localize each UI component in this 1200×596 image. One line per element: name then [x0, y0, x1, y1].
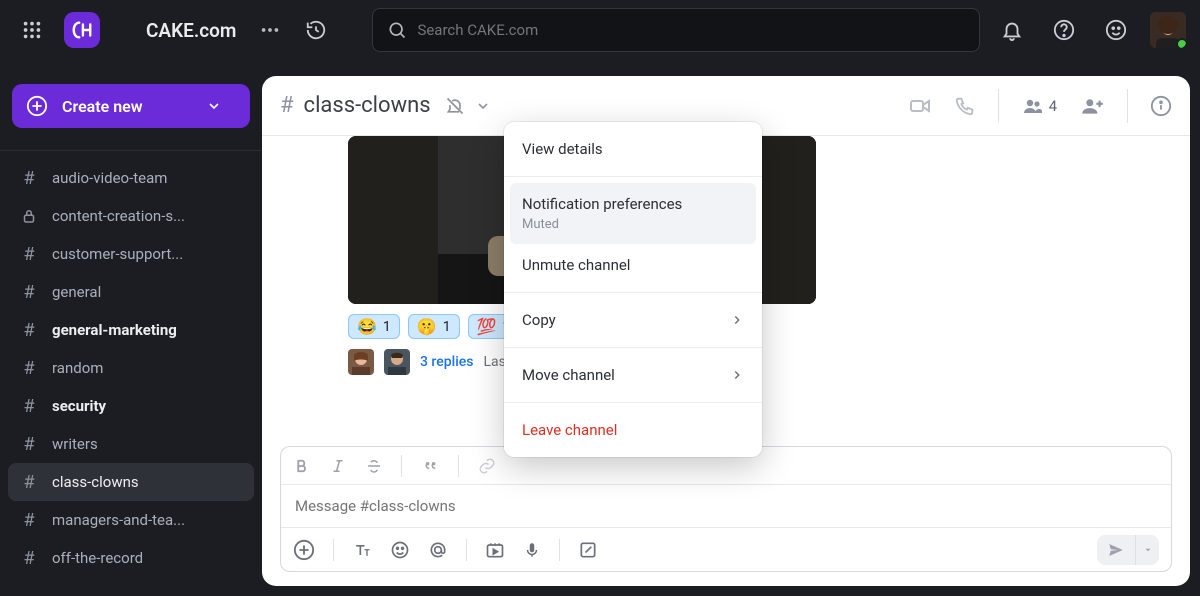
channel-list: # audio-video-team content-creation-s... # c… — [8, 159, 254, 596]
presence-indicator — [1176, 38, 1186, 48]
chevron-down-icon — [206, 98, 222, 114]
video-call-icon[interactable] — [908, 94, 932, 118]
profile-avatar[interactable] — [1150, 12, 1186, 48]
search-input[interactable] — [417, 21, 965, 39]
sidebar-channel-audio-video-team[interactable]: # audio-video-team — [8, 159, 254, 197]
compose-icon[interactable] — [578, 540, 598, 560]
sidebar-channel-content-creation-s-[interactable]: content-creation-s... — [8, 197, 254, 235]
channel-label: general — [52, 283, 101, 301]
hash-icon: # — [20, 434, 38, 455]
text-format-icon[interactable] — [352, 540, 372, 560]
org-name[interactable]: CAKE.com — [146, 19, 236, 42]
hash-icon: # — [20, 244, 38, 265]
phone-call-icon[interactable] — [954, 95, 976, 117]
hash-icon: # — [20, 168, 38, 189]
chevron-right-icon — [730, 368, 744, 382]
more-icon[interactable] — [252, 12, 288, 48]
sidebar-channel-writers[interactable]: # writers — [8, 425, 254, 463]
mention-icon[interactable] — [428, 540, 448, 560]
quote-icon[interactable] — [420, 457, 440, 475]
sidebar: Create new # audio-video-team content-crea… — [0, 60, 262, 596]
history-icon[interactable] — [298, 12, 334, 48]
send-button-group — [1097, 535, 1159, 565]
thread-avatar-1 — [348, 349, 374, 375]
sidebar-channel-random[interactable]: # random — [8, 349, 254, 387]
channel-label: security — [52, 397, 106, 415]
lock-icon — [20, 207, 38, 225]
reaction-😂[interactable]: 😂1 — [348, 314, 400, 339]
bell-icon[interactable] — [994, 12, 1030, 48]
member-count[interactable]: 4 — [1021, 94, 1057, 118]
message-composer — [280, 446, 1172, 572]
chevron-right-icon — [730, 313, 744, 327]
sidebar-channel-class-clowns[interactable]: # class-clowns — [8, 463, 254, 501]
help-icon[interactable] — [1046, 12, 1082, 48]
hash-icon: # — [20, 396, 38, 417]
channel-label: class-clowns — [52, 473, 139, 491]
channel-menu-chevron-icon[interactable] — [475, 98, 491, 114]
channel-label: writers — [52, 435, 98, 453]
sidebar-channel-managers-and-tea-[interactable]: # managers-and-tea... — [8, 501, 254, 539]
create-new-button[interactable]: Create new — [12, 84, 250, 128]
brand-logo[interactable] — [64, 12, 100, 48]
hash-icon: # — [20, 320, 38, 341]
channel-label: general-marketing — [52, 321, 177, 339]
hash-icon: # — [20, 358, 38, 379]
strikethrough-icon[interactable] — [365, 457, 383, 475]
thread-replies-link[interactable]: 3 replies — [420, 354, 473, 370]
sidebar-channel-general[interactable]: # general — [8, 273, 254, 311]
hash-icon: # — [280, 93, 294, 118]
sidebar-channel-general-marketing[interactable]: # general-marketing — [8, 311, 254, 349]
create-new-label: Create new — [62, 97, 143, 116]
thread-avatar-2 — [384, 349, 410, 375]
composer-toolbar — [281, 527, 1171, 571]
search-bar[interactable] — [372, 8, 980, 52]
menu-copy[interactable]: Copy — [504, 299, 762, 341]
menu-view-details[interactable]: View details — [504, 128, 762, 170]
menu-notification-preferences[interactable]: Notification preferences Muted — [510, 183, 756, 244]
hash-icon: # — [20, 510, 38, 531]
info-icon[interactable] — [1150, 95, 1172, 117]
top-bar: CAKE.com — [0, 0, 1200, 60]
emoji-icon[interactable] — [1098, 12, 1134, 48]
reaction-🤫[interactable]: 🤫1 — [408, 314, 460, 339]
send-button[interactable] — [1097, 535, 1135, 565]
channel-label: off-the-record — [52, 549, 143, 567]
channel-label: managers-and-tea... — [52, 511, 185, 529]
hash-icon: # — [20, 282, 38, 303]
plus-circle-icon — [26, 95, 48, 117]
record-video-icon[interactable] — [485, 540, 505, 560]
hash-icon: # — [20, 548, 38, 569]
send-options-button[interactable] — [1135, 535, 1159, 565]
microphone-icon[interactable] — [523, 540, 541, 560]
add-people-icon[interactable] — [1079, 93, 1105, 119]
italic-icon[interactable] — [329, 457, 347, 475]
sidebar-channel-security[interactable]: # security — [8, 387, 254, 425]
bold-icon[interactable] — [293, 457, 311, 475]
sidebar-channel-off-the-record[interactable]: # off-the-record — [8, 539, 254, 577]
people-icon — [1021, 94, 1045, 118]
menu-move-channel[interactable]: Move channel — [504, 354, 762, 396]
search-icon — [387, 20, 407, 40]
apps-grid-icon[interactable] — [14, 12, 50, 48]
channel-name: class-clowns — [304, 93, 431, 118]
channel-label: random — [52, 359, 103, 377]
sidebar-channel-customer-support-[interactable]: # customer-support... — [8, 235, 254, 273]
channel-dropdown-menu: View details Notification preferences Mu… — [504, 122, 762, 457]
add-attachment-icon[interactable] — [293, 539, 315, 561]
link-icon[interactable] — [477, 457, 497, 475]
menu-leave-channel[interactable]: Leave channel — [504, 409, 762, 451]
content-panel: # class-clowns 4 — [262, 76, 1190, 586]
muted-bell-icon[interactable] — [445, 96, 465, 116]
message-input[interactable] — [295, 497, 1157, 515]
hash-icon: # — [20, 472, 38, 493]
channel-title[interactable]: # class-clowns — [280, 93, 431, 118]
channel-label: content-creation-s... — [52, 207, 185, 225]
channel-label: customer-support... — [52, 245, 183, 263]
insert-emoji-icon[interactable] — [390, 540, 410, 560]
menu-unmute-channel[interactable]: Unmute channel — [504, 244, 762, 286]
sidebar-divider — [0, 150, 262, 151]
channel-label: audio-video-team — [52, 169, 167, 187]
